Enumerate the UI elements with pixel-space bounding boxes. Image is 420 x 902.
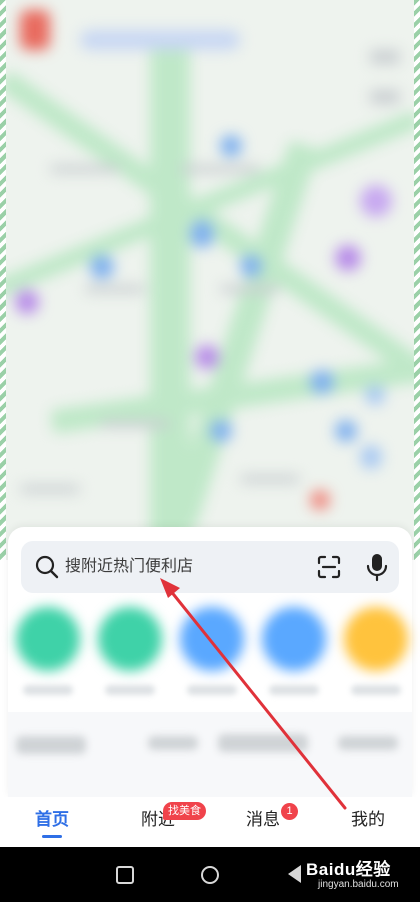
shortcut-2[interactable] [98, 607, 162, 671]
map-tiles [0, 0, 420, 560]
shortcut-label [269, 685, 319, 695]
search-input[interactable] [65, 541, 295, 593]
nav-recents-icon[interactable] [116, 866, 134, 884]
microphone-icon[interactable] [363, 552, 391, 582]
map-view[interactable] [0, 0, 420, 560]
tab-home-label: 首页 [35, 810, 69, 829]
shortcut-label [23, 685, 73, 695]
map-edge-right [414, 0, 420, 560]
bottom-sheet [8, 527, 412, 797]
shortcut-label [105, 685, 155, 695]
tab-home[interactable]: 首页 [12, 797, 92, 847]
search-icon [35, 555, 59, 579]
tab-me[interactable]: 我的 [328, 797, 408, 847]
scan-icon[interactable] [315, 553, 343, 581]
tab-messages-label: 消息 [246, 810, 280, 829]
shortcut-1[interactable] [16, 607, 80, 671]
shortcut-3[interactable] [180, 607, 244, 671]
nearby-badge: 找美食 [163, 802, 206, 820]
shortcut-label [351, 685, 401, 695]
tab-active-indicator [42, 835, 62, 838]
shortcut-5[interactable] [344, 607, 408, 671]
nav-back-icon[interactable] [288, 865, 301, 883]
tab-me-label: 我的 [351, 810, 385, 829]
info-card[interactable] [8, 712, 412, 797]
nav-home-icon[interactable] [201, 866, 219, 884]
map-edge-left [0, 0, 6, 560]
shortcut-label [187, 685, 237, 695]
watermark-text: Baidu经验 [306, 860, 391, 879]
messages-badge: 1 [281, 803, 298, 820]
watermark-url: jingyan.baidu.com [318, 879, 399, 890]
search-bar[interactable] [21, 541, 399, 593]
bottom-tab-bar: 首页 附近 找美食 消息 1 我的 [0, 797, 420, 847]
shortcut-4[interactable] [262, 607, 326, 671]
